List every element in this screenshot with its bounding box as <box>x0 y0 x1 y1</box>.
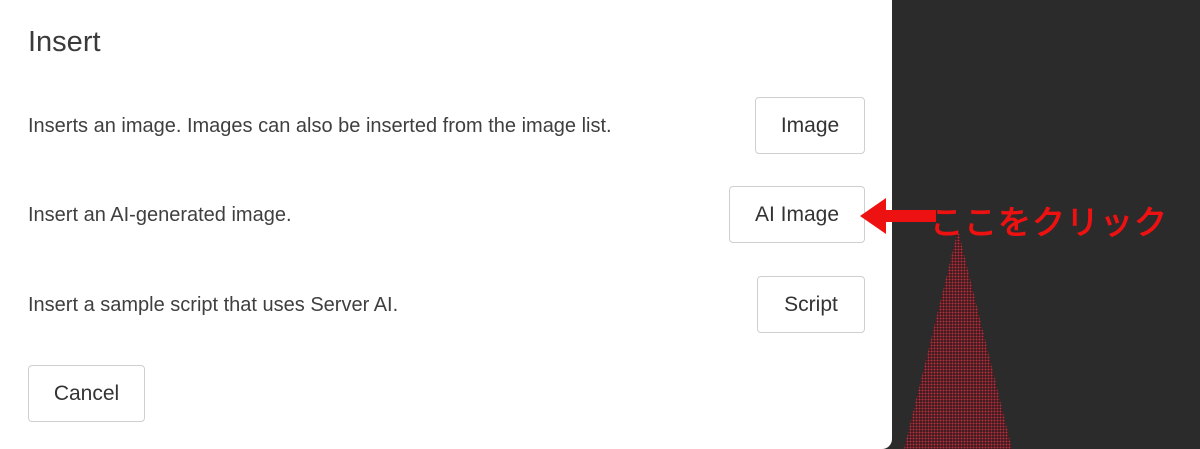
image-button[interactable]: Image <box>755 97 865 154</box>
ai-image-button[interactable]: AI Image <box>729 186 865 243</box>
script-row-description: Insert a sample script that uses Server … <box>28 294 399 316</box>
insert-dialog: Insert Inserts an image. Images can also… <box>0 0 892 449</box>
script-button[interactable]: Script <box>757 276 865 333</box>
arrow-left-icon <box>860 198 936 234</box>
cancel-button[interactable]: Cancel <box>28 365 145 422</box>
annotation-label: ここをクリック <box>930 203 1168 242</box>
ai-image-row-description: Insert an AI-generated image. <box>28 204 292 226</box>
image-row-description: Inserts an image. Images can also be ins… <box>28 115 612 137</box>
highlight-triangle <box>904 230 1012 449</box>
dialog-title: Insert <box>28 26 101 58</box>
